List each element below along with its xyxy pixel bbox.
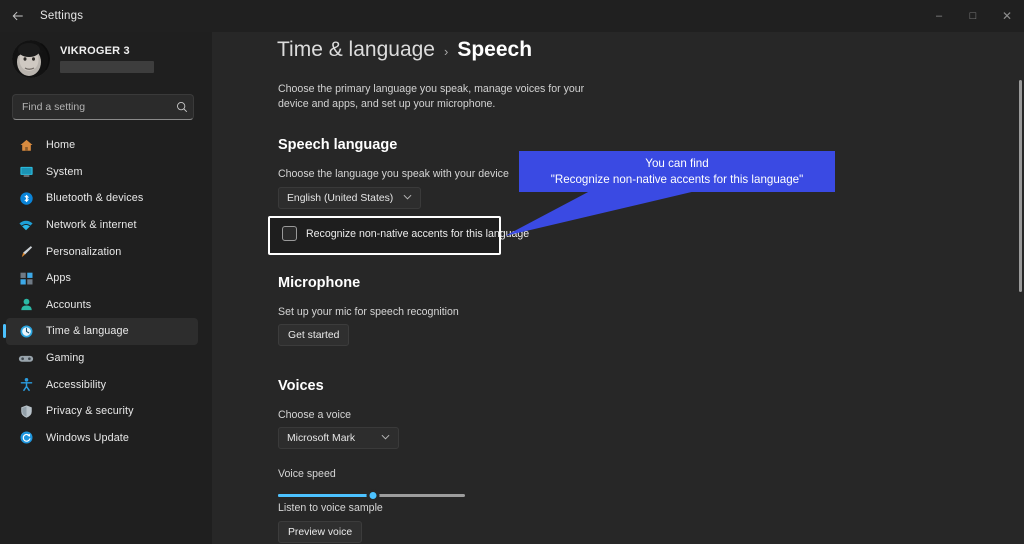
search-box[interactable] <box>12 94 194 120</box>
sidebar-item-label: Privacy & security <box>46 405 134 418</box>
sidebar-item-label: Personalization <box>46 245 122 258</box>
sidebar: VIKROGER 3 Home <box>0 32 212 544</box>
voice-dropdown[interactable]: Microsoft Mark <box>278 427 399 449</box>
vertical-scrollbar[interactable] <box>1019 80 1022 292</box>
sidebar-item-label: Gaming <box>46 352 85 365</box>
sidebar-item-windows-update[interactable]: Windows Update <box>6 425 198 452</box>
section-title-microphone: Microphone <box>278 275 361 291</box>
search-icon <box>171 101 193 113</box>
sidebar-item-apps[interactable]: Apps <box>6 265 198 292</box>
voice-field-label: Choose a voice <box>278 409 352 421</box>
get-started-button[interactable]: Get started <box>278 324 350 346</box>
speech-language-value: English (United States) <box>287 192 394 204</box>
sidebar-nav: Home System Bluetooth & devices Network … <box>0 132 212 451</box>
profile-block[interactable]: VIKROGER 3 <box>12 40 154 78</box>
update-icon <box>16 430 36 446</box>
paintbrush-icon <box>16 244 36 260</box>
sidebar-item-label: Time & language <box>46 325 129 338</box>
sidebar-item-accounts[interactable]: Accounts <box>6 292 198 319</box>
sidebar-item-label: Windows Update <box>46 431 130 444</box>
slider-thumb[interactable] <box>366 489 380 502</box>
voice-speed-label: Voice speed <box>278 468 336 480</box>
profile-account-redacted <box>60 61 154 73</box>
clock-icon <box>16 323 36 339</box>
sidebar-item-label: Home <box>46 139 76 152</box>
sidebar-item-label: Accounts <box>46 298 92 311</box>
gamepad-icon <box>16 350 36 366</box>
chevron-down-icon <box>403 194 412 202</box>
sidebar-item-system[interactable]: System <box>6 159 198 186</box>
recognize-accents-checkbox[interactable] <box>282 226 297 241</box>
main-content: Time & language › Speech Choose the prim… <box>212 32 1024 544</box>
home-icon <box>16 137 36 153</box>
voice-value: Microsoft Mark <box>287 432 356 444</box>
sidebar-item-accessibility[interactable]: Accessibility <box>6 371 198 398</box>
breadcrumb-parent[interactable]: Time & language <box>277 38 435 62</box>
accounts-icon <box>16 297 36 313</box>
sidebar-item-home[interactable]: Home <box>6 132 198 159</box>
page-description: Choose the primary language you speak, m… <box>278 83 585 110</box>
voice-sample-label: Listen to voice sample <box>278 502 383 514</box>
bluetooth-icon <box>16 190 36 206</box>
sidebar-item-privacy-security[interactable]: Privacy & security <box>6 398 198 425</box>
sidebar-item-label: Apps <box>46 272 72 285</box>
avatar <box>12 40 50 78</box>
search-input[interactable] <box>13 101 171 113</box>
sidebar-item-gaming[interactable]: Gaming <box>6 345 198 372</box>
section-title-voices: Voices <box>278 378 324 394</box>
maximize-button[interactable]: □ <box>956 0 990 32</box>
apps-icon <box>16 270 36 286</box>
sidebar-item-time-language[interactable]: Time & language <box>3 318 198 345</box>
chevron-down-icon <box>381 434 390 442</box>
settings-window: Settings – □ ✕ VIKROGER 3 Find a setting… <box>0 0 1024 544</box>
title-bar: Settings – □ ✕ <box>0 0 1024 32</box>
section-title-speech-language: Speech language <box>278 137 398 153</box>
back-arrow-icon[interactable] <box>0 0 36 32</box>
network-icon <box>16 217 36 233</box>
minimize-button[interactable]: – <box>922 0 956 32</box>
accessibility-icon <box>16 377 36 393</box>
breadcrumb-separator-icon: › <box>443 44 449 59</box>
speech-language-dropdown[interactable]: English (United States) <box>278 187 422 209</box>
recognize-accents-label: Recognize non-native accents for this la… <box>306 227 530 240</box>
speech-language-field-label: Choose the language you speak with your … <box>278 168 509 180</box>
preview-voice-button[interactable]: Preview voice <box>278 521 363 543</box>
sidebar-item-label: System <box>46 165 83 178</box>
window-title: Settings <box>40 10 84 22</box>
recognize-accents-checkbox-row[interactable]: Recognize non-native accents for this la… <box>282 226 529 241</box>
microphone-field-label: Set up your mic for speech recognition <box>278 306 459 318</box>
sidebar-item-network-internet[interactable]: Network & internet <box>6 212 198 239</box>
sidebar-item-personalization[interactable]: Personalization <box>6 238 198 265</box>
sidebar-item-bluetooth-devices[interactable]: Bluetooth & devices <box>6 185 198 212</box>
sidebar-item-label: Bluetooth & devices <box>46 192 144 205</box>
sidebar-item-label: Network & internet <box>46 219 137 232</box>
page-title: Speech <box>457 38 533 61</box>
profile-name: VIKROGER 3 <box>60 45 130 57</box>
breadcrumb: Time & language › Speech <box>277 38 532 62</box>
shield-icon <box>16 403 36 419</box>
sidebar-item-label: Accessibility <box>46 378 107 391</box>
slider-fill <box>278 494 374 497</box>
system-icon <box>16 164 36 180</box>
close-button[interactable]: ✕ <box>990 0 1024 32</box>
